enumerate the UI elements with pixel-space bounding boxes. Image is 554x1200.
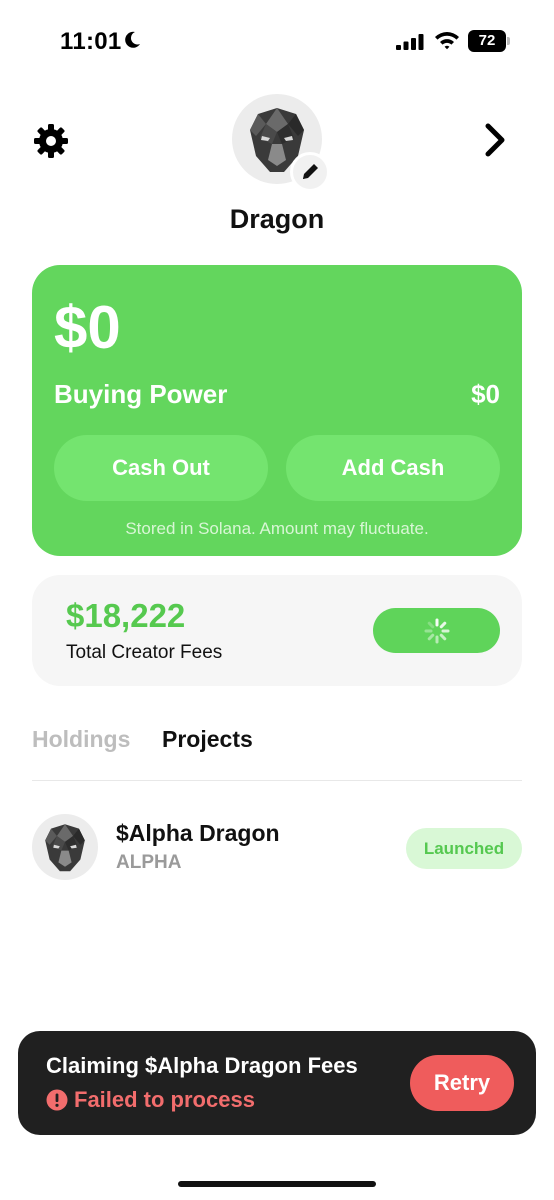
tab-projects[interactable]: Projects: [162, 726, 253, 753]
tabs-divider: [32, 780, 522, 781]
status-time: 11:01: [60, 28, 122, 55]
balance-note: Stored in Solana. Amount may fluctuate.: [125, 519, 429, 538]
balance-card: $0 Buying Power $0 Cash Out Add Cash Sto…: [32, 265, 522, 556]
error-toast: Claiming $Alpha Dragon Fees Failed to pr…: [18, 1031, 536, 1135]
edit-avatar-button[interactable]: [290, 152, 330, 192]
moon-icon: [125, 31, 140, 48]
add-cash-button[interactable]: Add Cash: [286, 435, 500, 501]
gear-icon[interactable]: [32, 122, 70, 160]
creator-fees-card: $18,222 Total Creator Fees: [32, 575, 522, 686]
battery-icon: 72: [468, 30, 510, 52]
dragon-avatar-icon: [45, 824, 85, 872]
home-indicator[interactable]: [178, 1181, 376, 1187]
list-item[interactable]: $Alpha Dragon ALPHA Launched: [32, 812, 522, 884]
creator-fees-amount: $18,222: [66, 597, 186, 634]
toast-title: Claiming $Alpha Dragon Fees: [46, 1053, 358, 1078]
alert-circle-icon: [46, 1089, 68, 1111]
project-ticker: ALPHA: [116, 852, 182, 873]
claim-fees-button[interactable]: [373, 608, 500, 653]
chevron-right-icon[interactable]: [480, 120, 512, 160]
project-avatar: [32, 814, 98, 880]
cash-out-button[interactable]: Cash Out: [54, 435, 268, 501]
status-bar: 11:01 72: [0, 0, 554, 80]
balance-amount: $0: [54, 294, 121, 361]
profile-name: Dragon: [229, 204, 325, 234]
retry-button[interactable]: Retry: [410, 1055, 514, 1111]
battery-level: 72: [478, 32, 496, 49]
buying-power-label: Buying Power: [54, 379, 228, 409]
loading-spinner-icon: [424, 618, 450, 644]
pencil-icon: [303, 164, 318, 179]
tab-holdings[interactable]: Holdings: [32, 726, 130, 753]
wifi-icon: [435, 32, 459, 50]
signal-icon: [396, 34, 424, 50]
status-badge: Launched: [406, 828, 522, 869]
toast-error-message: Failed to process: [74, 1087, 255, 1112]
project-name: $Alpha Dragon: [116, 820, 280, 846]
buying-power-value: $0: [471, 379, 500, 409]
creator-fees-label: Total Creator Fees: [66, 642, 223, 663]
